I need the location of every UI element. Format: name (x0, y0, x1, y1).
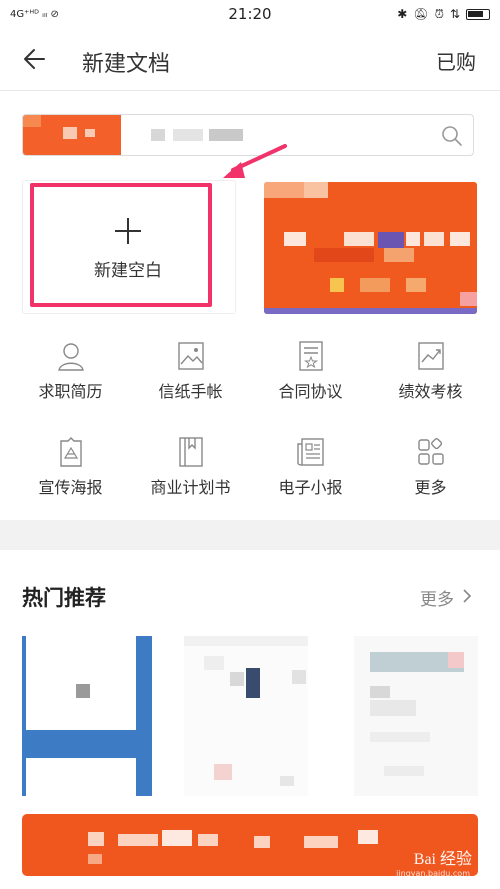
header-divider (0, 90, 500, 91)
resume-icon (58, 343, 84, 371)
category-label: 电子小报 (278, 478, 343, 497)
category-label: 合同协议 (278, 382, 343, 401)
chevron-right-icon[interactable] (460, 587, 474, 605)
purchased-button[interactable]: 已购 (436, 46, 476, 75)
category-newsletter[interactable]: 电子小报 (248, 432, 373, 512)
new-blank-card[interactable] (22, 180, 236, 314)
category-resume[interactable]: 求职简历 (8, 336, 133, 416)
category-poster[interactable]: 宣传海报 (8, 432, 133, 512)
category-performance[interactable]: 绩效考核 (368, 336, 493, 416)
search-promo-banner (23, 115, 121, 155)
header: 新建文档 已购 (0, 28, 500, 90)
search-placeholder-blur (173, 129, 203, 141)
contract-icon (299, 341, 323, 371)
plus-icon (115, 218, 141, 244)
new-blank-label: 新建空白 (94, 261, 162, 281)
hot-template-thumb-3[interactable] (354, 636, 478, 796)
letter-icon (178, 342, 204, 370)
category-label: 绩效考核 (398, 382, 463, 401)
category-label: 信纸手帐 (158, 382, 223, 401)
category-label: 更多 (414, 478, 447, 497)
business-plan-icon (179, 437, 203, 467)
section-divider (0, 520, 500, 550)
bottom-promo-banner[interactable] (22, 814, 478, 876)
newsletter-icon (297, 438, 324, 466)
watermark-url: jingyan.baidu.com (396, 869, 470, 878)
status-bar: 4G⁺ᴴᴰ ᵢₗₗ ⊘ 21:20 ✱ 🔕︎ ⏰︎ ⇅ (0, 0, 500, 28)
category-contract[interactable]: 合同协议 (248, 336, 373, 416)
back-arrow-icon[interactable] (22, 46, 48, 72)
promo-template-card[interactable] (264, 182, 477, 314)
category-label: 商业计划书 (150, 478, 231, 497)
page-title: 新建文档 (82, 52, 171, 77)
search-icon[interactable] (441, 125, 463, 147)
category-more[interactable]: 更多 (368, 432, 493, 512)
poster-icon (60, 437, 82, 467)
performance-icon (418, 342, 444, 370)
battery-icon (466, 8, 490, 20)
category-label: 求职简历 (38, 382, 103, 401)
status-time: 21:20 (228, 5, 272, 23)
category-label: 宣传海报 (38, 478, 103, 497)
hot-section-title: 热门推荐 (22, 586, 106, 610)
category-letter[interactable]: 信纸手帐 (128, 336, 253, 416)
hot-template-thumb-1[interactable] (22, 636, 152, 796)
category-business-plan[interactable]: 商业计划书 (128, 432, 253, 512)
grid-more-icon (418, 438, 444, 465)
watermark: Bai 经验 (413, 851, 472, 868)
hot-more-link[interactable]: 更多 (420, 585, 454, 610)
search-placeholder-blur (151, 129, 165, 141)
hot-template-thumb-2[interactable] (184, 636, 308, 796)
